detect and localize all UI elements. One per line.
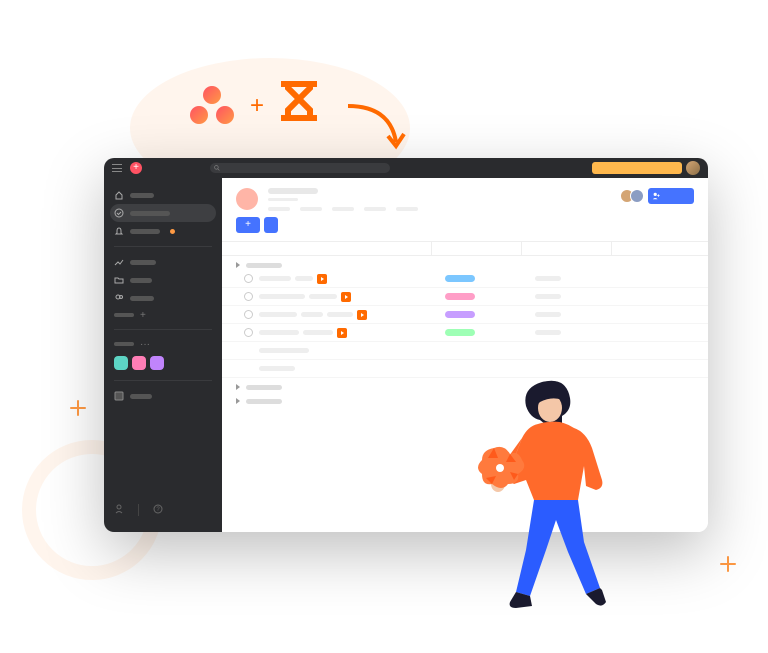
task-row[interactable] <box>222 324 708 342</box>
timer-play-button[interactable] <box>341 292 351 302</box>
due-date[interactable] <box>535 276 561 281</box>
sidebar-item[interactable] <box>104 253 222 271</box>
complete-checkbox[interactable] <box>244 328 253 337</box>
sidebar-item[interactable] <box>104 289 222 307</box>
sidebar-nav-check[interactable] <box>110 204 216 222</box>
member-avatar[interactable] <box>630 189 644 203</box>
task-row[interactable] <box>222 270 708 288</box>
hourglass-logo <box>280 80 318 132</box>
user-avatar[interactable] <box>686 161 700 175</box>
user-plus-icon <box>652 192 660 200</box>
sidebar: + ··· ? <box>104 178 222 532</box>
sidebar-group-header[interactable]: ··· <box>104 336 222 352</box>
sidebar-item[interactable] <box>104 271 222 289</box>
timer-play-button[interactable] <box>357 310 367 320</box>
asana-logo <box>190 86 234 126</box>
due-date[interactable] <box>535 330 561 335</box>
menu-icon[interactable] <box>112 164 122 172</box>
upgrade-pill[interactable] <box>592 162 682 174</box>
tab[interactable] <box>332 207 354 211</box>
plus-icon: + <box>250 92 264 120</box>
tag-pill[interactable] <box>445 293 475 300</box>
search-icon <box>214 165 220 171</box>
share-button[interactable] <box>648 188 694 204</box>
search-input[interactable] <box>210 163 390 173</box>
task-row[interactable] <box>222 306 708 324</box>
sidebar-nav-home[interactable] <box>104 186 222 204</box>
add-task-dropdown[interactable] <box>264 217 278 233</box>
project-color-tile[interactable] <box>150 356 164 370</box>
due-date[interactable] <box>535 312 561 317</box>
section-header[interactable] <box>222 256 708 270</box>
task-row[interactable] <box>222 342 708 360</box>
sidebar-group-header[interactable]: + <box>104 307 222 323</box>
tab[interactable] <box>396 207 418 211</box>
complete-checkbox[interactable] <box>244 310 253 319</box>
timer-play-button[interactable] <box>317 274 327 284</box>
tag-pill[interactable] <box>445 275 475 282</box>
tag-pill[interactable] <box>445 311 475 318</box>
timer-play-button[interactable] <box>337 328 347 338</box>
sidebar-nav-bell[interactable] <box>104 222 222 240</box>
project-title[interactable] <box>268 188 318 194</box>
due-date[interactable] <box>535 294 561 299</box>
global-add-button[interactable]: + <box>130 162 142 174</box>
project-tabs <box>268 207 610 211</box>
project-color-tile[interactable] <box>114 356 128 370</box>
illustration-person <box>466 370 676 610</box>
add-task-button[interactable]: + <box>236 217 260 233</box>
sidebar-team[interactable] <box>104 387 222 405</box>
integration-logos: + <box>190 80 318 132</box>
tag-pill[interactable] <box>445 329 475 336</box>
tab[interactable] <box>364 207 386 211</box>
help-icon[interactable]: ? <box>153 504 163 514</box>
sidebar-footer: ? <box>104 496 222 524</box>
project-subtitle <box>268 198 298 201</box>
invite-icon[interactable] <box>114 504 124 514</box>
project-color-tile[interactable] <box>132 356 146 370</box>
arrow-icon <box>340 98 410 163</box>
complete-checkbox[interactable] <box>244 292 253 301</box>
complete-checkbox[interactable] <box>244 274 253 283</box>
tab[interactable] <box>268 207 290 211</box>
tab[interactable] <box>300 207 322 211</box>
task-row[interactable] <box>222 288 708 306</box>
project-avatar[interactable] <box>236 188 258 210</box>
